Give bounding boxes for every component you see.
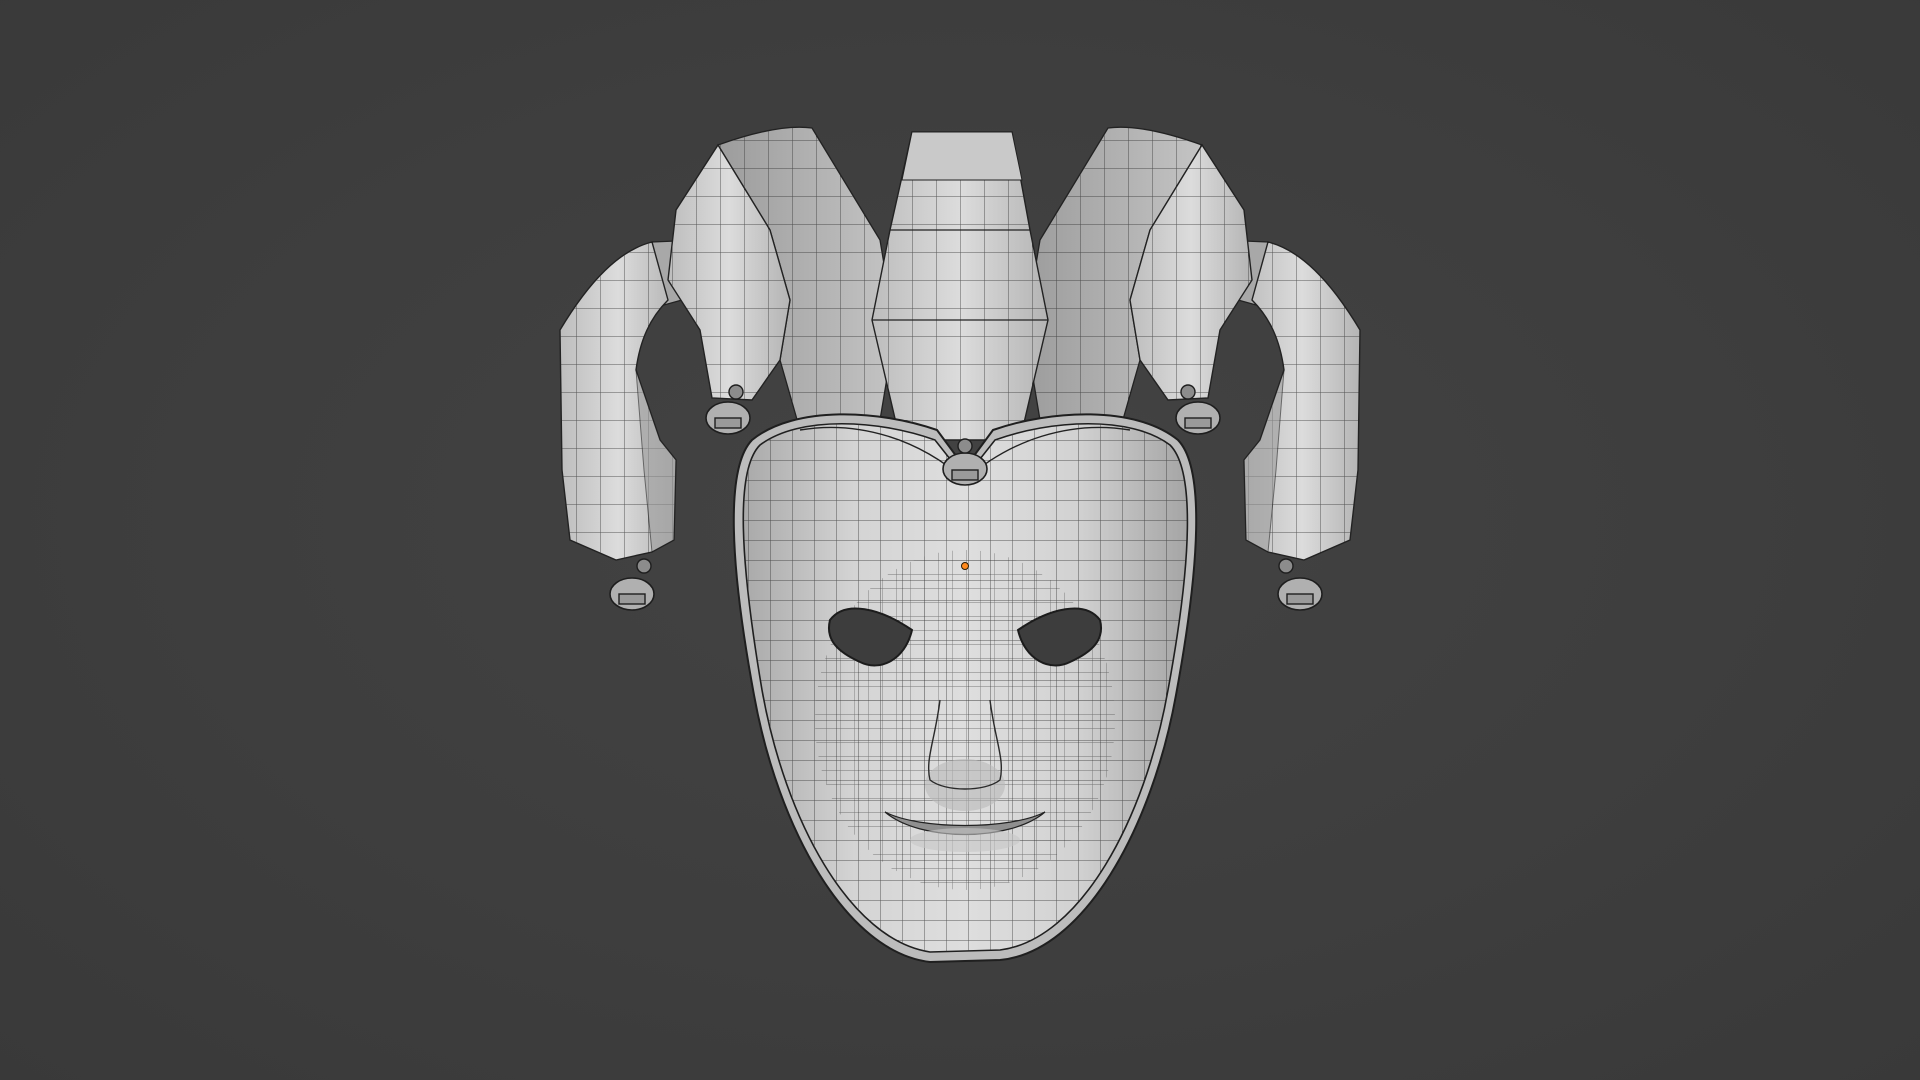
right-inner-horn [1024,126,1253,431]
viewport-scene[interactable] [0,0,1920,1080]
center-horn [871,131,1049,441]
object-origin-marker[interactable] [961,562,969,570]
bell-right-outer [1277,558,1323,611]
3d-viewport[interactable] [0,0,1920,1080]
left-inner-horn [667,126,896,431]
bell-left-outer [609,558,655,611]
